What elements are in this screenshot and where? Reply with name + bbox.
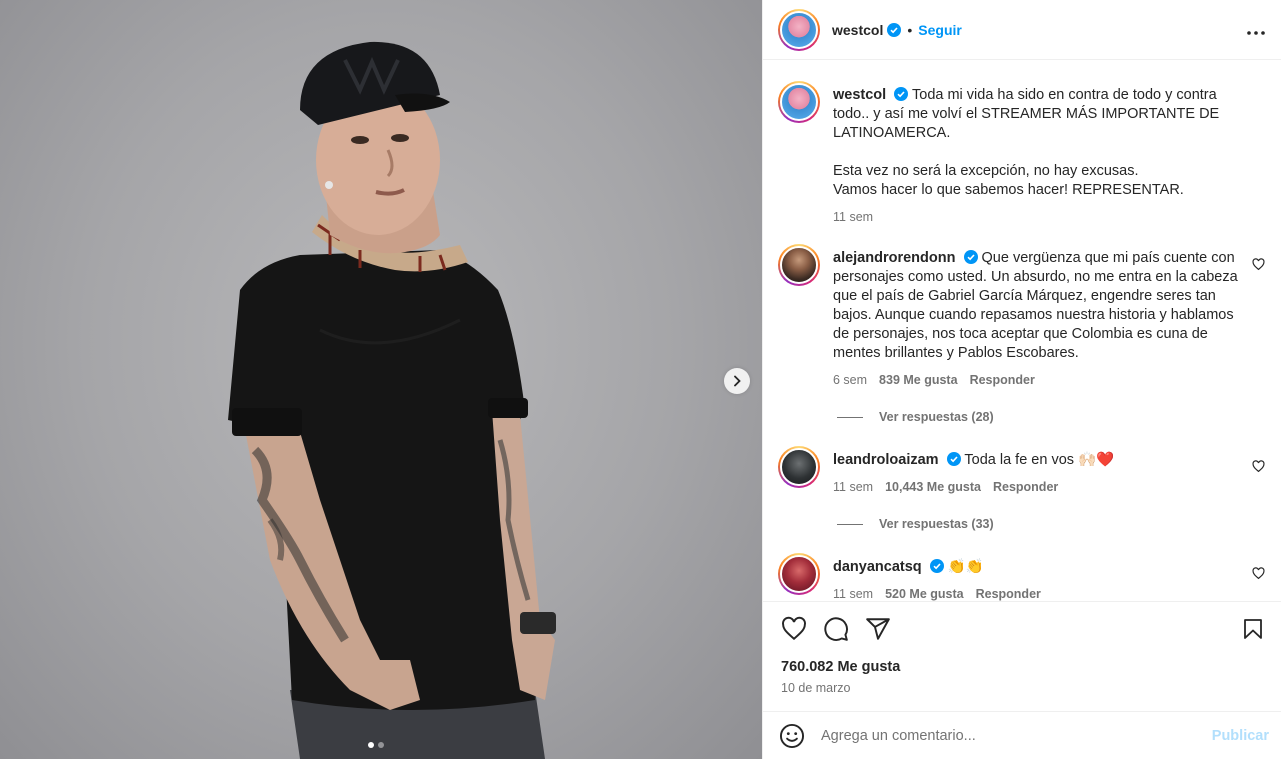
- carousel-next-button[interactable]: [724, 368, 750, 394]
- comment-input[interactable]: [821, 727, 1212, 744]
- verified-badge-icon: [929, 559, 944, 573]
- avatar[interactable]: [778, 446, 820, 488]
- caption: westcol Toda mi vida ha sido en contra d…: [778, 81, 1265, 227]
- caption-text: Esta vez no será la excepción, no hay ex…: [833, 163, 1139, 179]
- reply-button[interactable]: Responder: [993, 478, 1058, 497]
- separator: •: [907, 21, 913, 38]
- comment-likes[interactable]: 839 Me gusta: [879, 371, 958, 390]
- carousel-dot: [378, 742, 384, 748]
- comment-text: 👏👏: [947, 559, 984, 575]
- comment-time[interactable]: 6 sem: [833, 371, 867, 390]
- avatar[interactable]: [778, 553, 820, 595]
- verified-badge-icon: [963, 250, 978, 264]
- heart-icon[interactable]: [781, 616, 807, 642]
- caption-time[interactable]: 11 sem: [833, 208, 873, 227]
- author-username[interactable]: westcol: [832, 22, 883, 38]
- post-side-panel: westcol • Seguir westcol Toda mi vida ha…: [762, 0, 1281, 759]
- carousel-dot: [368, 742, 374, 748]
- verified-badge-icon: [887, 22, 902, 37]
- avatar[interactable]: [778, 244, 820, 286]
- view-replies-label: Ver respuestas (28): [879, 410, 994, 424]
- post-photo: [228, 41, 556, 759]
- comment-text: Que vergüenza que mi país cuente con per…: [833, 250, 1238, 361]
- comment-likes[interactable]: 520 Me gusta: [885, 585, 964, 601]
- verified-badge-icon: [946, 452, 961, 466]
- comment-username[interactable]: danyancatsq: [833, 559, 922, 575]
- caption-text: Toda mi vida ha sido en contra de todo y…: [833, 87, 1220, 141]
- post-date[interactable]: 10 de marzo: [781, 681, 1265, 695]
- post-actions: 760.082 Me gusta 10 de marzo: [763, 601, 1281, 711]
- comment-item: danyancatsq 👏👏 11 sem 520 Me gusta Respo…: [778, 553, 1265, 601]
- heart-icon[interactable]: [1252, 460, 1265, 473]
- comment-text: Toda la fe en vos 🙌🏻❤️: [964, 452, 1115, 468]
- add-comment-bar: Publicar: [763, 711, 1281, 759]
- post-header: westcol • Seguir: [763, 0, 1281, 60]
- instagram-post: westcol • Seguir westcol Toda mi vida ha…: [0, 0, 1281, 759]
- post-media[interactable]: [0, 0, 762, 759]
- comment-username[interactable]: alejandrorendonn: [833, 250, 955, 266]
- comment-item: alejandrorendonn Que vergüenza que mi pa…: [778, 244, 1265, 390]
- comment-icon[interactable]: [823, 616, 849, 642]
- avatar[interactable]: [778, 8, 820, 51]
- reply-button[interactable]: Responder: [970, 371, 1035, 390]
- view-replies-button[interactable]: Ver respuestas (33): [837, 517, 1265, 531]
- heart-icon[interactable]: [1252, 567, 1265, 580]
- share-icon[interactable]: [865, 616, 891, 642]
- comment-likes[interactable]: 10,443 Me gusta: [885, 478, 981, 497]
- carousel-indicator: [368, 742, 384, 748]
- chevron-right-icon: [734, 375, 741, 387]
- more-icon[interactable]: [1247, 18, 1265, 41]
- publish-button[interactable]: Publicar: [1212, 728, 1269, 744]
- comments-list[interactable]: westcol Toda mi vida ha sido en contra d…: [763, 61, 1281, 601]
- view-replies-button[interactable]: Ver respuestas (28): [837, 410, 1265, 424]
- view-replies-label: Ver respuestas (33): [879, 517, 994, 531]
- follow-button[interactable]: Seguir: [918, 22, 962, 38]
- comment-username[interactable]: leandroloaizam: [833, 452, 939, 468]
- likes-count[interactable]: 760.082 Me gusta: [781, 659, 1265, 675]
- caption-text: Vamos hacer lo que sabemos hacer! REPRES…: [833, 182, 1184, 198]
- reply-button[interactable]: Responder: [976, 585, 1041, 601]
- verified-badge-icon: [894, 87, 909, 101]
- caption-username[interactable]: westcol: [833, 87, 886, 103]
- avatar[interactable]: [778, 81, 820, 123]
- comment-time[interactable]: 11 sem: [833, 478, 873, 497]
- emoji-icon[interactable]: [779, 723, 805, 749]
- comment-item: leandroloaizam Toda la fe en vos 🙌🏻❤️ 11…: [778, 446, 1265, 497]
- bookmark-icon[interactable]: [1241, 617, 1265, 641]
- comment-time[interactable]: 11 sem: [833, 585, 873, 601]
- heart-icon[interactable]: [1252, 258, 1265, 271]
